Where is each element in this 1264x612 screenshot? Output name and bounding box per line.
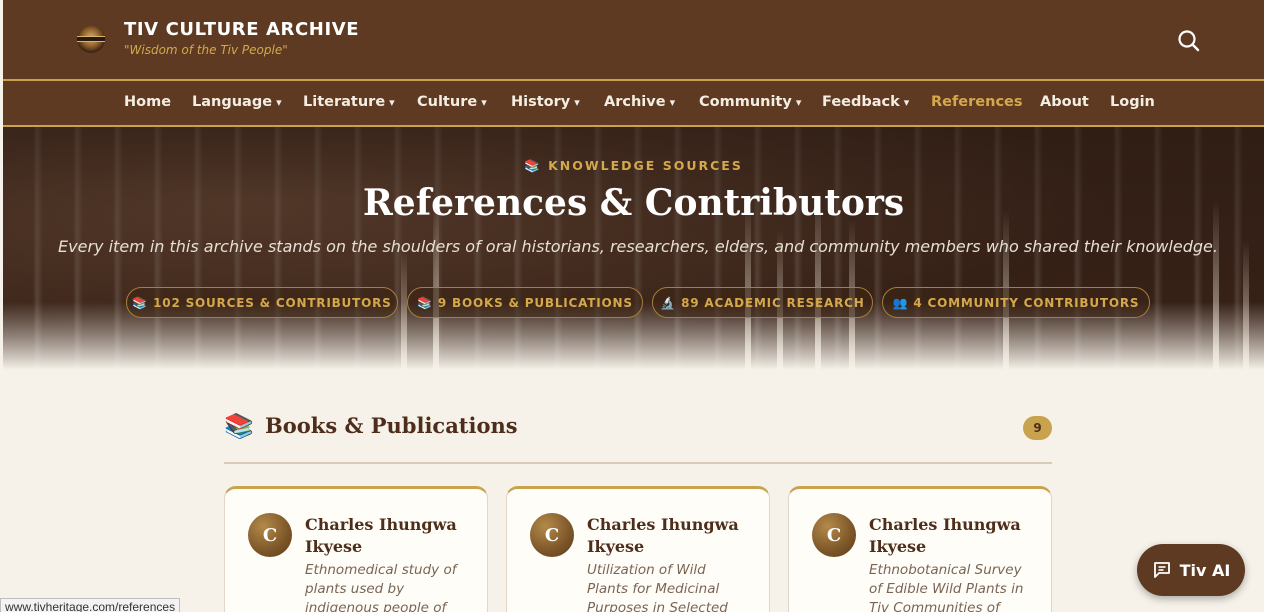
books-icon: 📚 — [132, 295, 149, 310]
contributor-name: Charles Ihungwa Ikyese — [305, 515, 457, 556]
avatar: C — [530, 513, 574, 557]
tiv-ai-label: Tiv AI — [1179, 560, 1231, 580]
reference-card[interactable]: C Charles Ihungwa Ikyese Ethnobotanical … — [788, 486, 1052, 612]
search-button[interactable] — [1176, 28, 1202, 54]
chevron-down-icon: ▾ — [389, 96, 395, 109]
hero-kicker: 📚 KNOWLEDGE SOURCES — [524, 158, 743, 173]
tiv-heritage-logo[interactable] — [77, 25, 105, 53]
section-title: Books & Publications — [265, 413, 518, 438]
status-bar-url: www.tivheritage.com/references — [0, 598, 181, 612]
reference-title: Ethnobotanical Survey of Edible Wild Pla… — [869, 562, 1024, 612]
books-icon: 📚 — [417, 295, 433, 310]
stat-community[interactable]: 👥 4 COMMUNITY CONTRIBUTORS — [882, 287, 1150, 318]
chevron-down-icon: ▾ — [276, 96, 282, 109]
hero-fiber — [1243, 240, 1249, 370]
nav-archive[interactable]: Archive ▾ — [604, 94, 675, 110]
nav-references[interactable]: References — [931, 94, 1023, 110]
avatar: C — [812, 513, 856, 557]
hero-fiber — [401, 250, 407, 370]
search-icon — [1178, 30, 1200, 52]
contributor-name: Charles Ihungwa Ikyese — [869, 515, 1021, 556]
page: TIV CULTURE ARCHIVE "Wisdom of the Tiv P… — [3, 0, 1264, 612]
hero-fiber — [1213, 200, 1219, 370]
chevron-down-icon: ▾ — [481, 96, 487, 109]
reference-title: Utilization of Wild Plants for Medicinal… — [587, 562, 728, 612]
page-title: References & Contributors — [362, 182, 905, 224]
nav-community[interactable]: Community ▾ — [699, 94, 801, 110]
people-icon: 👥 — [892, 295, 909, 310]
chevron-down-icon: ▾ — [574, 96, 580, 109]
site-tagline: "Wisdom of the Tiv People" — [124, 43, 288, 57]
books-icon: 📚 — [224, 412, 254, 440]
microscope-icon: 🔬 — [660, 295, 677, 310]
site-header: TIV CULTURE ARCHIVE "Wisdom of the Tiv P… — [3, 0, 1264, 79]
hero-fiber — [745, 200, 751, 370]
reference-title: Ethnomedical study of plants used by ind… — [305, 562, 457, 612]
hero-subtitle: Every item in this archive stands on the… — [58, 237, 1218, 256]
avatar: C — [248, 513, 292, 557]
stat-books[interactable]: 📚 9 BOOKS & PUBLICATIONS — [407, 287, 643, 318]
main-nav: Home Language ▾ Literature ▾ Culture ▾ Hist… — [3, 81, 1264, 125]
section-count-badge: 9 — [1023, 416, 1052, 440]
nav-culture[interactable]: Culture ▾ — [417, 94, 487, 110]
chevron-down-icon: ▾ — [795, 96, 802, 109]
tiv-ai-button[interactable]: Tiv AI — [1137, 544, 1245, 596]
contributor-name: Charles Ihungwa Ikyese — [587, 515, 739, 556]
section-divider — [224, 462, 1052, 464]
reference-card[interactable]: C Charles Ihungwa Ikyese Ethnomedical st… — [224, 486, 488, 612]
nav-about[interactable]: About — [1040, 94, 1089, 110]
nav-login[interactable]: Login — [1110, 94, 1155, 110]
nav-history[interactable]: History ▾ — [511, 94, 580, 110]
nav-language[interactable]: Language ▾ — [192, 94, 282, 110]
chevron-down-icon: ▾ — [903, 96, 910, 109]
stat-sources[interactable]: 📚 102 SOURCES & CONTRIBUTORS — [126, 287, 398, 318]
hero-banner: 📚 KNOWLEDGE SOURCES References & Contrib… — [3, 127, 1264, 370]
nav-feedback[interactable]: Feedback ▾ — [822, 94, 909, 110]
chevron-down-icon: ▾ — [669, 96, 676, 109]
chat-icon — [1153, 562, 1170, 578]
books-icon: 📚 — [524, 158, 542, 173]
nav-home[interactable]: Home — [124, 94, 171, 110]
reference-card[interactable]: C Charles Ihungwa Ikyese Utilization of … — [506, 486, 770, 612]
nav-literature[interactable]: Literature ▾ — [303, 94, 395, 110]
stat-academic[interactable]: 🔬 89 ACADEMIC RESEARCH — [652, 287, 873, 318]
site-title[interactable]: TIV CULTURE ARCHIVE — [124, 19, 359, 40]
